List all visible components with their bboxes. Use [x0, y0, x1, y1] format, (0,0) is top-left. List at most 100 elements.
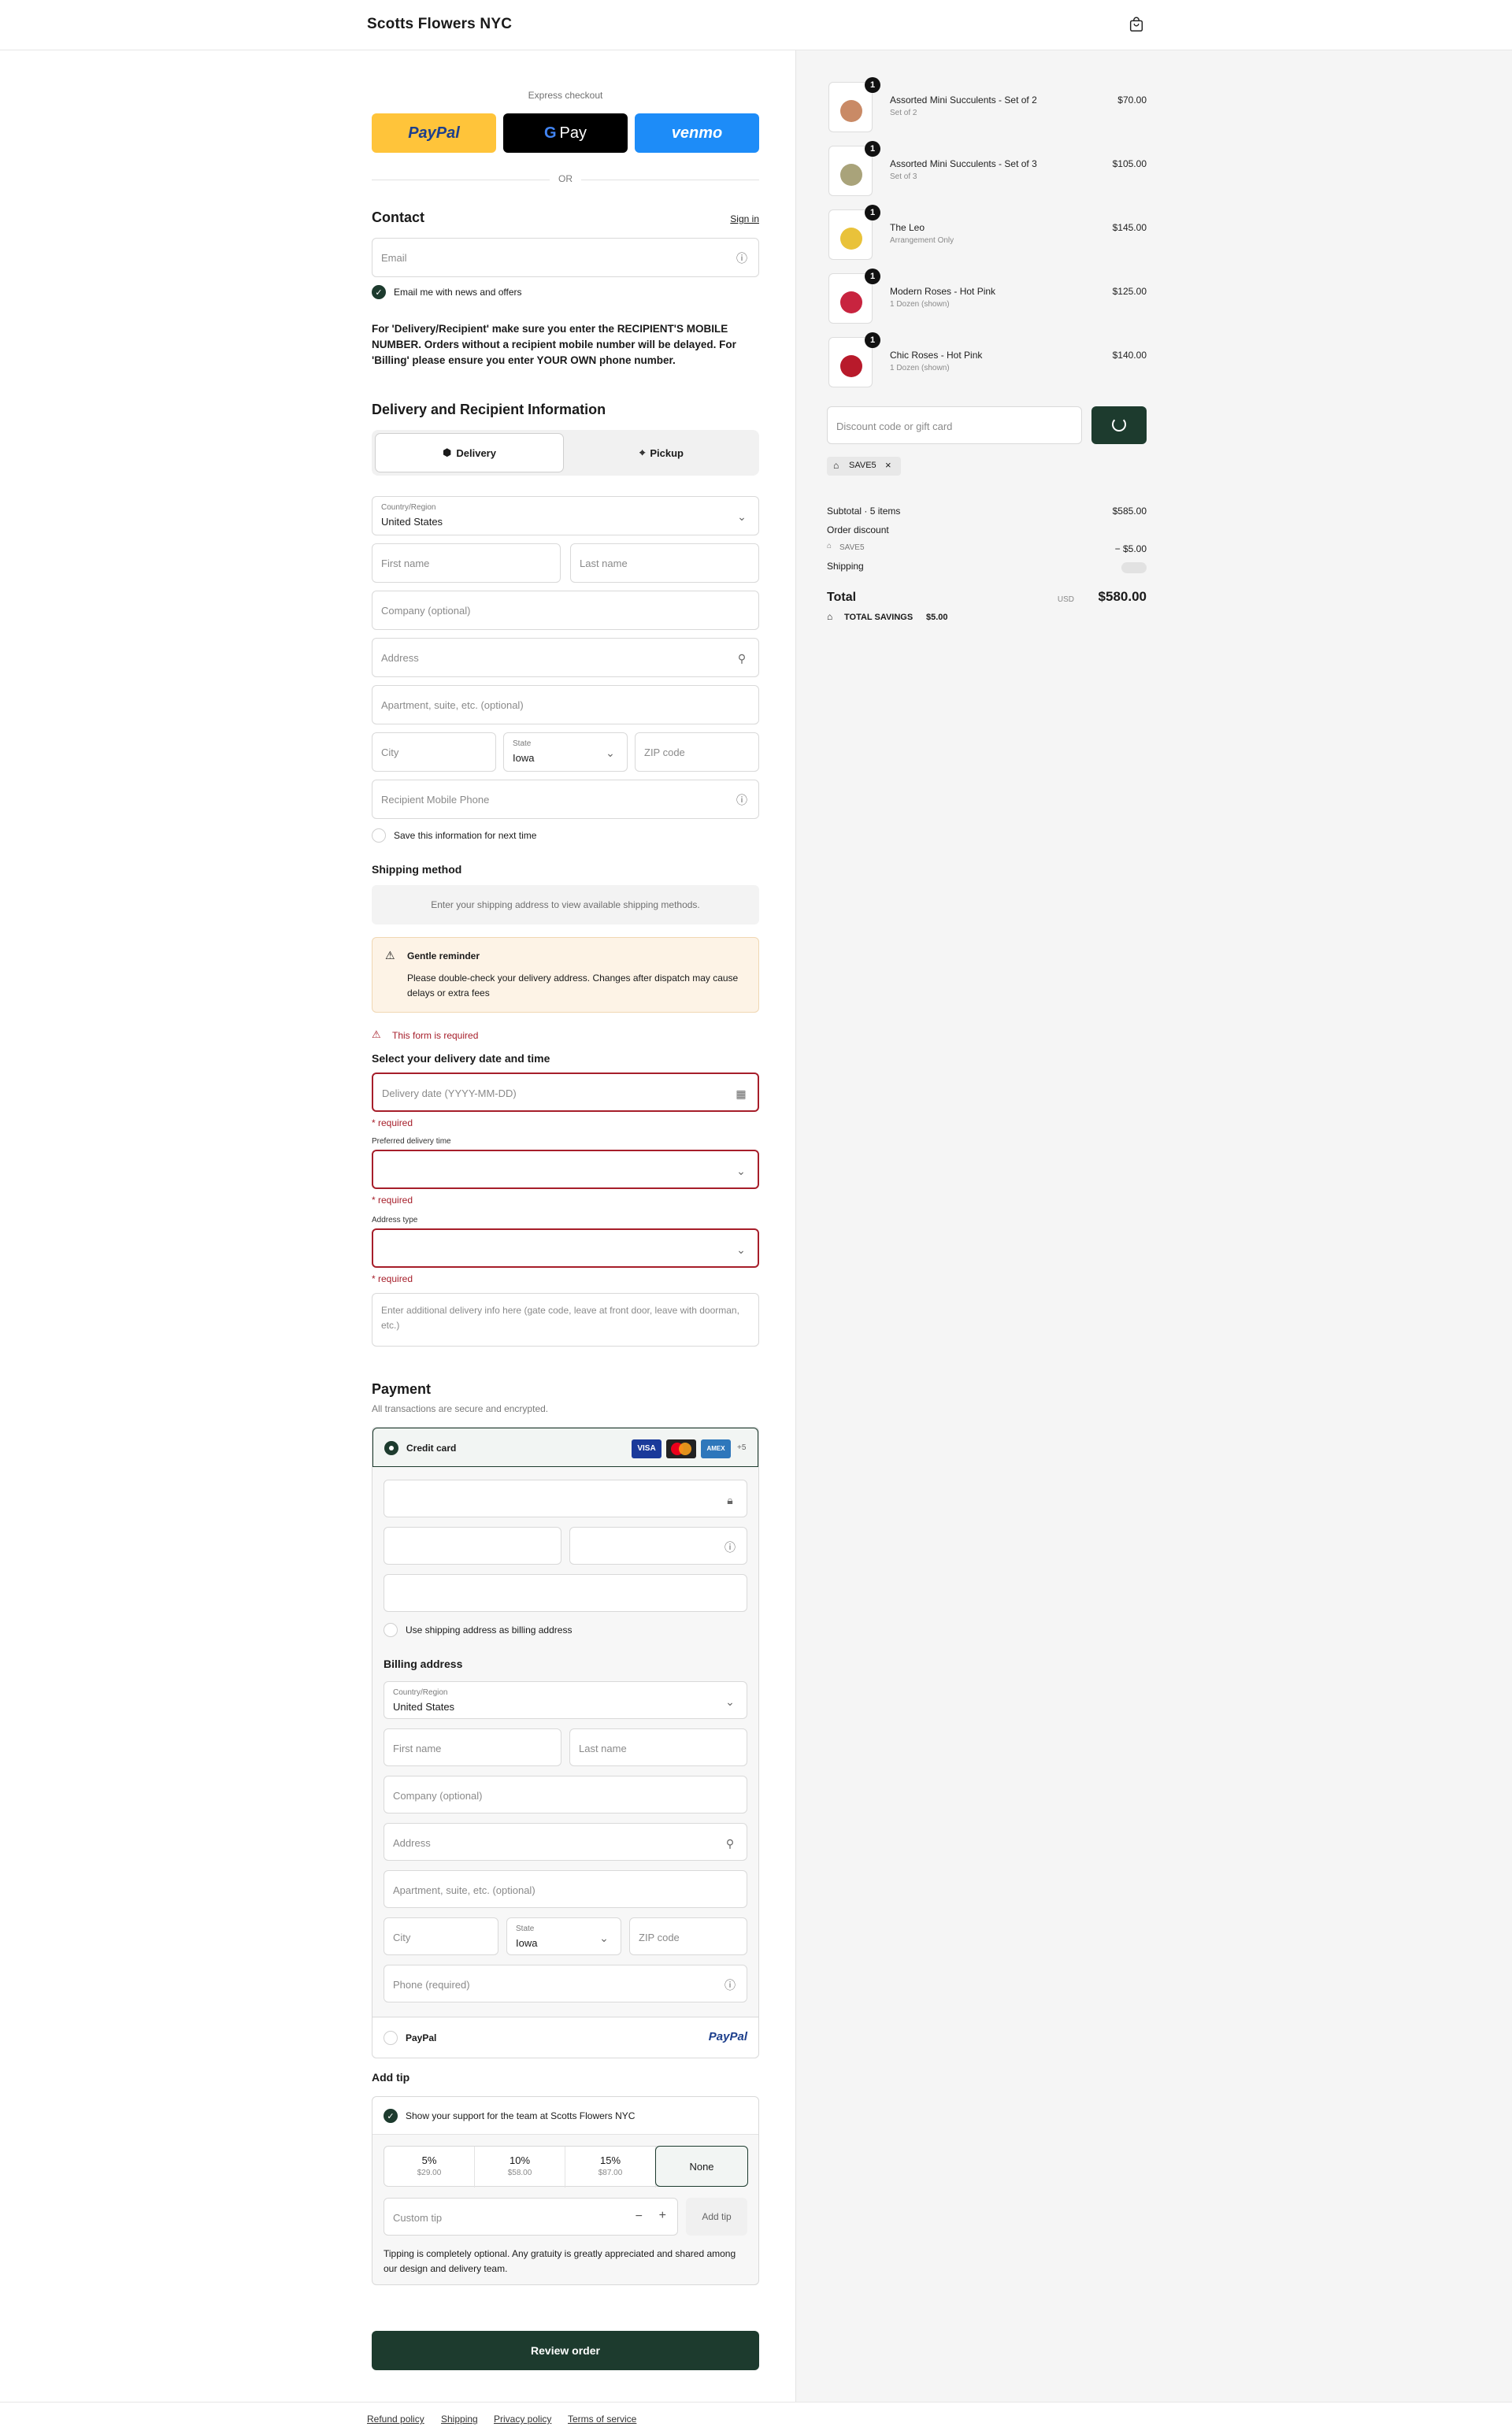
- billing-first-name-field[interactable]: First name: [384, 1728, 561, 1766]
- gpay-express-button[interactable]: G Pay: [503, 113, 628, 153]
- item-name: The Leo: [890, 222, 925, 233]
- tip-option-5[interactable]: 5% $29.00: [384, 2147, 475, 2188]
- more-cards-count: +5: [737, 1443, 747, 1452]
- line-item: 1 Assorted Mini Succulents - Set of 2 Set …: [827, 77, 1147, 134]
- paypal-express-button[interactable]: PayPal: [372, 113, 496, 153]
- shipping-link[interactable]: Shipping: [441, 2414, 478, 2425]
- billing-apartment-field[interactable]: Apartment, suite, etc. (optional): [384, 1870, 747, 1908]
- help-icon[interactable]: ⓘ: [723, 1978, 737, 1992]
- company-field[interactable]: Company (optional): [372, 591, 759, 630]
- product-image: [840, 100, 862, 122]
- product-image: [840, 164, 862, 186]
- use-shipping-checkbox[interactable]: [384, 1623, 398, 1637]
- package-icon: ⬢: [443, 446, 452, 458]
- email-field[interactable]: Email ⓘ: [372, 238, 759, 277]
- city-field[interactable]: City: [372, 732, 496, 772]
- tip-support-checkbox[interactable]: ✓: [384, 2109, 398, 2123]
- venmo-express-button[interactable]: venmo: [635, 113, 759, 153]
- loading-spinner-icon: [1112, 417, 1126, 432]
- review-order-button[interactable]: Review order: [372, 2331, 759, 2370]
- billing-address-field[interactable]: Address ⚲: [384, 1823, 747, 1861]
- recipient-notice: For 'Delivery/Recipient' make sure you e…: [372, 323, 736, 366]
- delivery-instructions-field[interactable]: Enter additional delivery info here (gat…: [372, 1293, 759, 1347]
- delivery-time-select[interactable]: ⌄: [372, 1150, 759, 1189]
- item-name: Assorted Mini Succulents - Set of 3: [890, 158, 1037, 169]
- tip-option-10[interactable]: 10% $58.00: [475, 2147, 565, 2188]
- last-name-field[interactable]: Last name: [570, 543, 759, 583]
- refund-policy-link[interactable]: Refund policy: [367, 2414, 424, 2425]
- last-name-placeholder: Last name: [580, 558, 628, 569]
- zip-field[interactable]: ZIP code: [635, 732, 759, 772]
- tag-icon: ⌂: [833, 460, 839, 471]
- total-savings-value: $5.00: [926, 613, 948, 622]
- tip-option-15[interactable]: 15% $87.00: [565, 2147, 656, 2188]
- shipping-info-box: Enter your shipping address to view avai…: [372, 885, 759, 924]
- discount-code-field[interactable]: Discount code or gift card: [827, 406, 1082, 444]
- credit-card-option[interactable]: Credit card VISA AMEX +5: [372, 1428, 758, 1467]
- billing-last-name-placeholder: Last name: [579, 1743, 627, 1754]
- minus-icon[interactable]: −: [636, 2210, 643, 2224]
- recipient-phone-placeholder: Recipient Mobile Phone: [381, 794, 490, 806]
- tip-note: Tipping is completely optional. Any grat…: [384, 2248, 736, 2274]
- card-number-field[interactable]: 🔒︎: [384, 1480, 747, 1517]
- chevron-down-icon: ⌄: [725, 1695, 735, 1708]
- company-placeholder: Company (optional): [381, 605, 471, 617]
- billing-country-label: Country/Region: [393, 1688, 448, 1697]
- card-name-field[interactable]: [384, 1574, 747, 1612]
- gpay-label: Pay: [559, 124, 587, 142]
- country-label: Country/Region: [381, 503, 436, 512]
- discount-code-placeholder: Discount code or gift card: [836, 420, 953, 432]
- address-field[interactable]: Address ⚲: [372, 638, 759, 677]
- first-name-field[interactable]: First name: [372, 543, 561, 583]
- credit-card-radio[interactable]: [384, 1441, 398, 1455]
- terms-of-service-link[interactable]: Terms of service: [568, 2414, 636, 2425]
- tab-pickup[interactable]: ⌖ Pickup: [567, 433, 756, 472]
- billing-last-name-field[interactable]: Last name: [569, 1728, 747, 1766]
- billing-city-field[interactable]: City: [384, 1917, 498, 1955]
- apartment-field[interactable]: Apartment, suite, etc. (optional): [372, 685, 759, 724]
- shopping-bag-icon[interactable]: [1128, 16, 1145, 33]
- use-shipping-label: Use shipping address as billing address: [406, 1625, 573, 1636]
- delivery-instructions-placeholder: Enter additional delivery info here (gat…: [381, 1305, 739, 1331]
- required-error: * required: [372, 1117, 413, 1128]
- venmo-label: venmo: [671, 124, 723, 142]
- paypal-radio[interactable]: [384, 2031, 398, 2045]
- error-icon: ⚠: [372, 1028, 381, 1040]
- state-select[interactable]: State Iowa ⌄: [503, 732, 628, 772]
- country-value: United States: [381, 516, 443, 528]
- recipient-phone-field[interactable]: Recipient Mobile Phone ⓘ: [372, 780, 759, 819]
- tip-option-pct: 5%: [421, 2154, 437, 2166]
- line-item: 1 The Leo Arrangement Only $145.00: [827, 205, 1147, 261]
- card-cvv-field[interactable]: ⓘ: [569, 1527, 747, 1565]
- billing-state-select[interactable]: State Iowa ⌄: [506, 1917, 621, 1955]
- express-checkout-label: Express checkout: [528, 90, 603, 101]
- help-icon[interactable]: ⓘ: [723, 1540, 737, 1554]
- sign-in-link[interactable]: Sign in: [730, 213, 759, 224]
- brand-name[interactable]: Scotts Flowers NYC: [367, 16, 512, 33]
- custom-tip-field[interactable]: Custom tip − +: [384, 2198, 678, 2236]
- tab-pickup-label: Pickup: [650, 446, 684, 459]
- paypal-option[interactable]: PayPal PayPal: [372, 2017, 758, 2058]
- country-select[interactable]: Country/Region United States ⌄: [372, 496, 759, 535]
- calendar-icon[interactable]: ▦: [734, 1087, 748, 1101]
- billing-zip-field[interactable]: ZIP code: [629, 1917, 747, 1955]
- billing-company-field[interactable]: Company (optional): [384, 1776, 747, 1813]
- tab-delivery[interactable]: ⬢ Delivery: [375, 433, 564, 472]
- billing-phone-field[interactable]: Phone (required) ⓘ: [384, 1965, 747, 2002]
- privacy-policy-link[interactable]: Privacy policy: [494, 2414, 551, 2425]
- item-variant: Set of 3: [890, 172, 917, 181]
- card-expiry-field[interactable]: [384, 1527, 561, 1565]
- delivery-date-field[interactable]: Delivery date (YYYY-MM-DD) ▦: [372, 1073, 759, 1112]
- help-icon[interactable]: ⓘ: [735, 251, 749, 265]
- news-checkbox[interactable]: ✓: [372, 285, 386, 299]
- apply-discount-button[interactable]: [1091, 406, 1147, 444]
- save-info-checkbox[interactable]: [372, 828, 386, 843]
- help-icon[interactable]: ⓘ: [735, 793, 749, 807]
- address-type-select[interactable]: ⌄: [372, 1228, 759, 1268]
- add-tip-button[interactable]: Add tip: [686, 2198, 747, 2236]
- billing-country-select[interactable]: Country/Region United States ⌄: [384, 1681, 747, 1719]
- plus-icon[interactable]: +: [659, 2209, 666, 2223]
- remove-discount-icon[interactable]: ×: [885, 459, 891, 471]
- tip-option-none[interactable]: None: [655, 2146, 748, 2187]
- discount-amount: − $5.00: [1114, 543, 1147, 554]
